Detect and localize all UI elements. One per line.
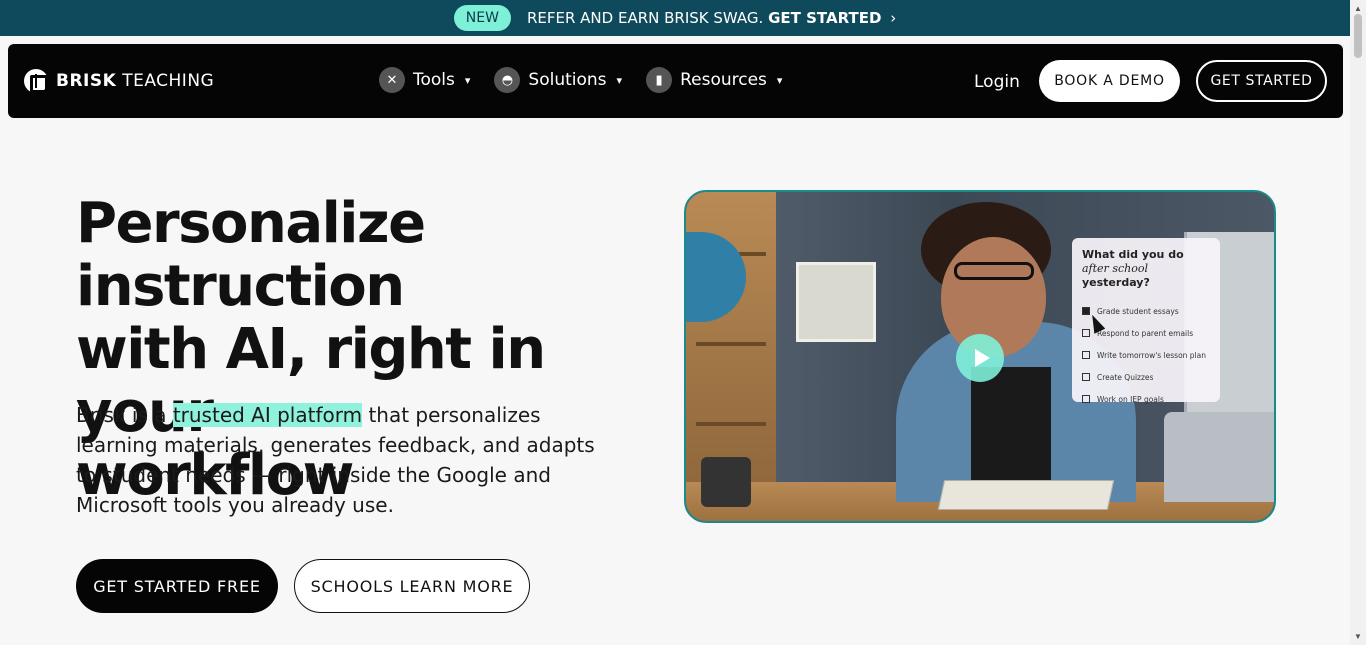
- tools-icon: ✕: [379, 67, 405, 93]
- play-icon: [974, 349, 990, 367]
- brisk-logo[interactable]: BRISK TEACHING: [24, 69, 214, 93]
- schools-learn-more-button[interactable]: SCHOOLS LEARN MORE: [294, 559, 530, 613]
- nav-item-resources[interactable]: ▮ Resources ▾: [646, 67, 782, 93]
- get-started-free-button[interactable]: GET STARTED FREE: [76, 559, 278, 613]
- checkbox-icon: [1082, 373, 1090, 381]
- scrollbar-thumb[interactable]: [1354, 14, 1362, 58]
- promo-message: REFER AND EARN BRISK SWAG.: [526, 9, 764, 27]
- chevron-right-icon: ›: [890, 9, 897, 27]
- book-demo-button[interactable]: BOOK A DEMO: [1039, 60, 1180, 102]
- chevron-down-icon: ▾: [616, 73, 623, 87]
- chevron-down-icon: ▾: [464, 73, 471, 87]
- nav-menu: ✕ Tools ▾ ◓ Solutions ▾ ▮ Resources ▾: [379, 67, 782, 93]
- nav-item-tools-label: Tools: [413, 70, 455, 90]
- checked-box-icon: [1082, 307, 1090, 315]
- hero-video[interactable]: What did you do after school yesterday? …: [684, 190, 1276, 523]
- logo-text: BRISK TEACHING: [56, 71, 215, 91]
- todo-item: Work on IEP goals: [1082, 388, 1210, 410]
- todo-item: Create Quizzes: [1082, 366, 1210, 388]
- nav-item-solutions[interactable]: ◓ Solutions ▾: [494, 67, 622, 93]
- nav-item-solutions-label: Solutions: [528, 70, 607, 90]
- promo-bar[interactable]: NEW REFER AND EARN BRISK SWAG. GET START…: [0, 0, 1350, 36]
- highlight-text: trusted AI platform: [172, 403, 363, 427]
- brisk-logo-icon: [24, 69, 48, 93]
- promo-text[interactable]: REFER AND EARN BRISK SWAG. GET STARTED ›: [527, 9, 896, 27]
- login-link[interactable]: Login: [974, 72, 1020, 92]
- nav-item-resources-label: Resources: [680, 70, 767, 90]
- todo-card-title: What did you do after school yesterday?: [1082, 248, 1184, 289]
- get-started-button[interactable]: GET STARTED: [1196, 60, 1327, 102]
- checkbox-icon: [1082, 329, 1090, 337]
- promo-cta[interactable]: GET STARTED: [768, 9, 881, 27]
- page-scrollbar[interactable]: ▲ ▼: [1350, 0, 1366, 645]
- checkbox-icon: [1082, 395, 1090, 403]
- new-badge: NEW: [453, 5, 511, 31]
- play-button[interactable]: [956, 334, 1004, 382]
- todo-item: Grade student essays: [1082, 300, 1210, 322]
- hero-description: Brisk is a trusted AI platform that pers…: [76, 403, 595, 517]
- resources-icon: ▮: [646, 67, 673, 93]
- main-navbar: BRISK TEACHING ✕ Tools ▾ ◓ Solutions ▾ ▮…: [8, 44, 1343, 118]
- solutions-icon: ◓: [494, 67, 521, 93]
- checkbox-icon: [1082, 351, 1090, 359]
- scroll-up-icon[interactable]: ▲: [1354, 4, 1362, 13]
- nav-item-tools[interactable]: ✕ Tools ▾: [379, 67, 470, 93]
- todo-item: Write tomorrow's lesson plan: [1082, 344, 1210, 366]
- chevron-down-icon: ▾: [776, 73, 783, 87]
- scroll-down-icon[interactable]: ▼: [1354, 632, 1362, 641]
